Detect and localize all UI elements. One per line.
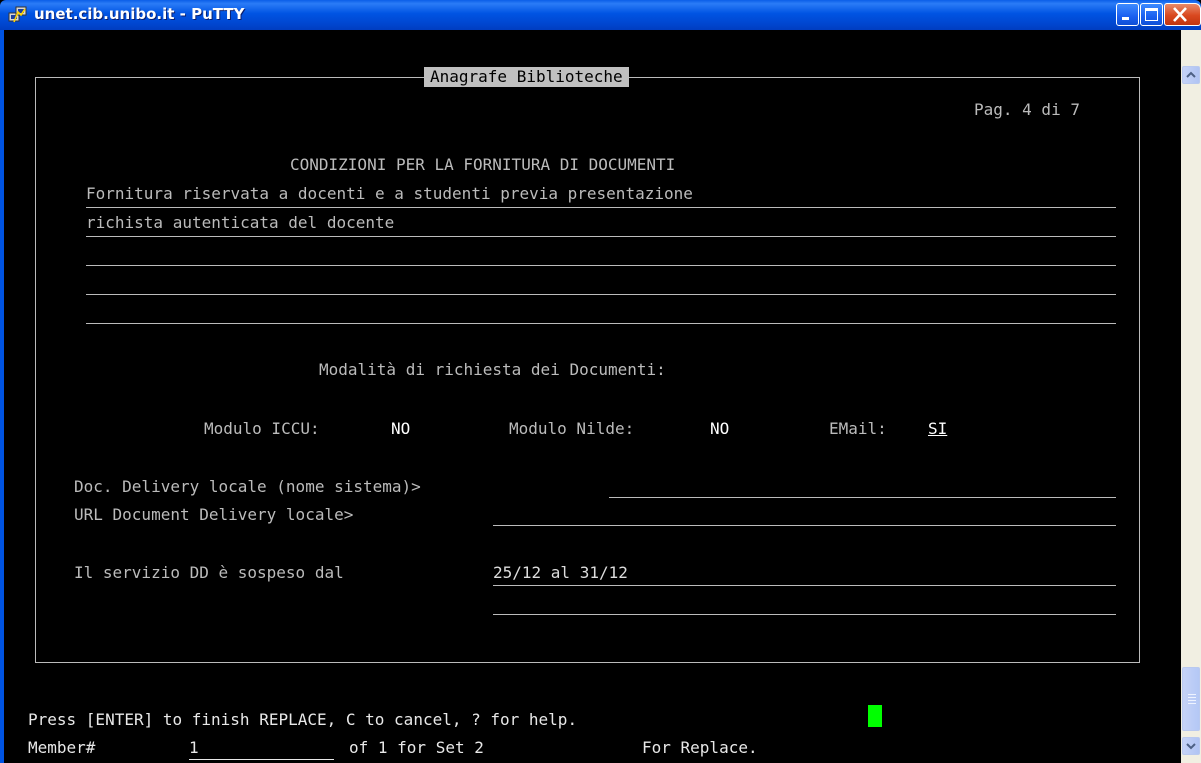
grip-line [1188, 700, 1196, 701]
modalita-title: Modalità di richiesta dei Documenti: [319, 360, 666, 379]
title-bar[interactable]: unet.cib.unibo.it - PuTTY [0, 0, 1201, 30]
close-button[interactable] [1164, 3, 1201, 26]
scroll-thumb[interactable] [1182, 667, 1200, 731]
member-underline [189, 759, 334, 760]
close-icon [1173, 7, 1187, 22]
minimize-button[interactable] [1116, 3, 1139, 26]
email-label: EMail: [829, 419, 887, 438]
page-indicator: Pag. 4 di 7 [974, 100, 1080, 119]
condition-underline-1 [86, 207, 1116, 208]
grip-line [1188, 697, 1196, 698]
member-of-text: of 1 for Set 2 [349, 738, 484, 757]
scroll-down-button[interactable] [1182, 737, 1200, 755]
frame-title: Anagrafe Biblioteche [424, 67, 629, 87]
maximize-icon [1145, 8, 1158, 21]
scroll-up-button[interactable] [1182, 66, 1200, 84]
member-label: Member# [28, 738, 96, 757]
condition-underline-2 [86, 236, 1116, 237]
chevron-down-icon [1186, 743, 1196, 750]
condition-underline-5 [86, 323, 1116, 324]
suspended-label: Il servizio DD è sospeso dal [74, 563, 344, 582]
suspended-underline-1 [493, 585, 1116, 586]
maximize-button[interactable] [1140, 3, 1163, 26]
email-value[interactable]: SI [928, 419, 947, 439]
condition-line-2[interactable]: richista autenticata del docente [86, 213, 394, 233]
command-prompt: Press [ENTER] to finish REPLACE, C to ca… [28, 710, 578, 729]
window-title: unet.cib.unibo.it - PuTTY [34, 5, 245, 23]
text-cursor [868, 705, 882, 727]
modulo-iccu-value[interactable]: NO [391, 419, 410, 439]
terminal-screen[interactable]: Anagrafe Biblioteche Pag. 4 di 7 CONDIZI… [4, 30, 1181, 763]
for-replace-text: For Replace. [642, 738, 758, 757]
dd-locale-label: Doc. Delivery locale (nome sistema)> [74, 477, 421, 496]
condition-underline-4 [86, 294, 1116, 295]
section-title: CONDIZIONI PER LA FORNITURA DI DOCUMENTI [290, 155, 676, 174]
dd-locale-underline [609, 497, 1116, 498]
url-dd-underline [493, 525, 1116, 526]
condition-line-1[interactable]: Fornitura riservata a docenti e a studen… [86, 184, 693, 204]
grip-line [1188, 694, 1196, 695]
suspended-field-1[interactable]: 25/12 al 31/12 [493, 563, 628, 583]
suspended-underline-2 [493, 614, 1116, 615]
vertical-scrollbar[interactable] [1181, 30, 1201, 763]
modulo-nilde-label: Modulo Nilde: [509, 419, 635, 438]
grip-line [1188, 703, 1196, 704]
minimize-icon [1122, 17, 1129, 20]
chevron-up-icon [1186, 71, 1196, 78]
putty-icon [8, 6, 27, 23]
putty-window: unet.cib.unibo.it - PuTTY Anagrafe Bibli… [0, 0, 1201, 763]
condition-underline-3 [86, 265, 1116, 266]
member-field[interactable]: 1 [189, 738, 199, 758]
modulo-iccu-label: Modulo ICCU: [204, 419, 320, 438]
url-dd-label: URL Document Delivery locale> [74, 505, 354, 524]
modulo-nilde-value[interactable]: NO [710, 419, 729, 439]
